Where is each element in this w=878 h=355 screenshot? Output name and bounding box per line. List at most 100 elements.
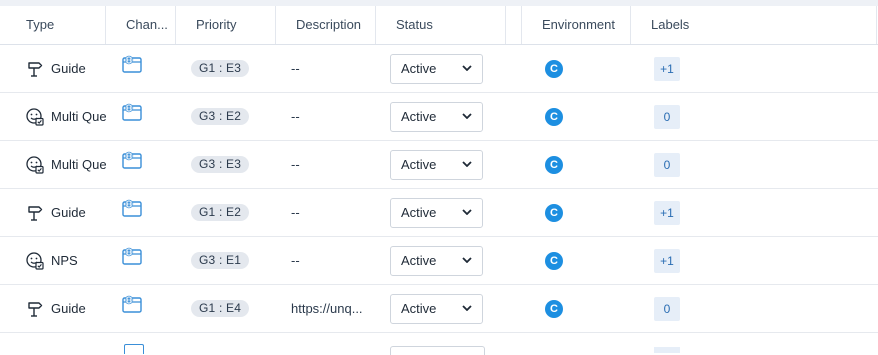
priority-badge: G3 : E2	[191, 108, 250, 125]
column-divider[interactable]	[521, 6, 522, 44]
status-value: Active	[401, 157, 437, 172]
labels-chip[interactable]	[654, 347, 680, 353]
priority-cell: G3 : E3	[191, 141, 250, 188]
priority-badge: G1 : E4	[191, 300, 250, 317]
labels-chip[interactable]: 0	[654, 104, 680, 129]
web-icon	[122, 199, 142, 220]
column-header-status[interactable]: Status	[396, 6, 496, 44]
environment-cell: C	[545, 189, 563, 236]
environment-cell: C	[545, 285, 563, 332]
description-cell: --	[291, 157, 300, 172]
priority-badge: G3 : E3	[191, 156, 250, 173]
column-divider[interactable]	[175, 6, 176, 44]
labels-cell: 0	[654, 285, 680, 332]
status-select[interactable]: Active	[390, 245, 483, 276]
table-row-partial	[0, 339, 878, 355]
type-label: Guide	[51, 205, 86, 220]
environment-cell: C	[545, 237, 563, 284]
priority-cell: G1 : E4	[191, 285, 250, 332]
status-value: Active	[401, 253, 437, 268]
description-cell: --	[291, 109, 300, 124]
status-cell: Active	[390, 237, 483, 284]
status-value: Active	[401, 109, 437, 124]
column-header-labels[interactable]: Labels	[651, 6, 721, 44]
priority-cell: G1 : E2	[191, 189, 250, 236]
column-header-channel[interactable]: Chan...	[126, 6, 168, 44]
type-cell: Multi Que	[24, 141, 108, 188]
type-cell: NPS	[24, 237, 108, 284]
web-icon	[122, 103, 142, 124]
column-header-priority[interactable]: Priority	[196, 6, 266, 44]
column-divider[interactable]	[630, 6, 631, 44]
status-cell: Active	[390, 141, 483, 188]
table-row[interactable]: Multi Que G3 : E2 -- Active C 0	[0, 93, 878, 141]
type-cell: Multi Que	[24, 93, 108, 140]
priority-badge: G3 : E1	[191, 252, 250, 269]
environment-badge: C	[545, 203, 563, 222]
column-header-environment[interactable]: Environment	[542, 6, 624, 44]
channel-cell	[122, 45, 148, 92]
status-select[interactable]: Active	[390, 53, 483, 84]
status-select[interactable]: Active	[390, 101, 483, 132]
web-icon	[122, 295, 142, 316]
status-value: Active	[401, 301, 437, 316]
channel-cell	[122, 237, 148, 284]
labels-chip[interactable]: +1	[654, 200, 680, 225]
type-cell: Guide	[24, 189, 108, 236]
column-header-description[interactable]: Description	[296, 6, 370, 44]
column-divider[interactable]	[375, 6, 376, 44]
description-cell: --	[291, 253, 300, 268]
environment-cell: C	[545, 141, 563, 188]
table-row[interactable]: Multi Que G3 : E3 -- Active C 0	[0, 141, 878, 189]
table-row[interactable]: Guide G1 : E2 -- Active C +1	[0, 189, 878, 237]
type-label: Multi Que	[51, 157, 107, 172]
description-cell: --	[291, 61, 300, 76]
column-header-type[interactable]: Type	[26, 6, 96, 44]
labels-cell: +1	[654, 45, 680, 92]
description-cell: --	[291, 205, 300, 220]
status-cell: Active	[390, 189, 483, 236]
labels-chip[interactable]: +1	[654, 248, 680, 273]
column-divider[interactable]	[505, 6, 506, 44]
channel-cell	[122, 189, 148, 236]
environment-badge: C	[545, 107, 563, 126]
priority-cell: G3 : E2	[191, 93, 250, 140]
chevron-down-icon	[462, 159, 472, 170]
type-cell: Guide	[24, 285, 108, 332]
signpost-icon	[24, 298, 46, 320]
status-select[interactable]	[390, 346, 485, 355]
web-icon	[122, 55, 142, 76]
column-divider[interactable]	[876, 6, 877, 44]
labels-chip[interactable]: 0	[654, 296, 680, 321]
table-row[interactable]: Guide G1 : E3 -- Active C +1	[0, 45, 878, 93]
signpost-icon	[24, 202, 46, 224]
chevron-down-icon	[462, 255, 472, 266]
signpost-icon	[24, 58, 46, 80]
chevron-down-icon	[462, 207, 472, 218]
labels-chip[interactable]: +1	[654, 56, 680, 81]
web-icon	[122, 247, 142, 268]
environment-badge: C	[545, 59, 563, 78]
priority-badge: G1 : E2	[191, 204, 250, 221]
labels-chip[interactable]: 0	[654, 152, 680, 177]
status-value: Active	[401, 205, 437, 220]
column-divider[interactable]	[105, 6, 106, 44]
table-header: Type Chan... Priority Description Status…	[0, 6, 878, 45]
status-select[interactable]: Active	[390, 197, 483, 228]
environment-badge: C	[545, 155, 563, 174]
status-select[interactable]: Active	[390, 149, 483, 180]
status-value: Active	[401, 61, 437, 76]
type-label: NPS	[51, 253, 78, 268]
column-divider[interactable]	[275, 6, 276, 44]
status-select[interactable]: Active	[390, 293, 483, 324]
channel-cell	[122, 93, 148, 140]
status-cell: Active	[390, 285, 483, 332]
chevron-down-icon	[462, 111, 472, 122]
type-label: Multi Que	[51, 109, 107, 124]
environment-cell: C	[545, 45, 563, 92]
table-row[interactable]: NPS G3 : E1 -- Active C +1	[0, 237, 878, 285]
environment-cell: C	[545, 93, 563, 140]
survey-icon	[24, 106, 46, 128]
table-row[interactable]: Guide G1 : E4 https://unq... Active C 0	[0, 285, 878, 333]
type-label: Guide	[51, 61, 86, 76]
